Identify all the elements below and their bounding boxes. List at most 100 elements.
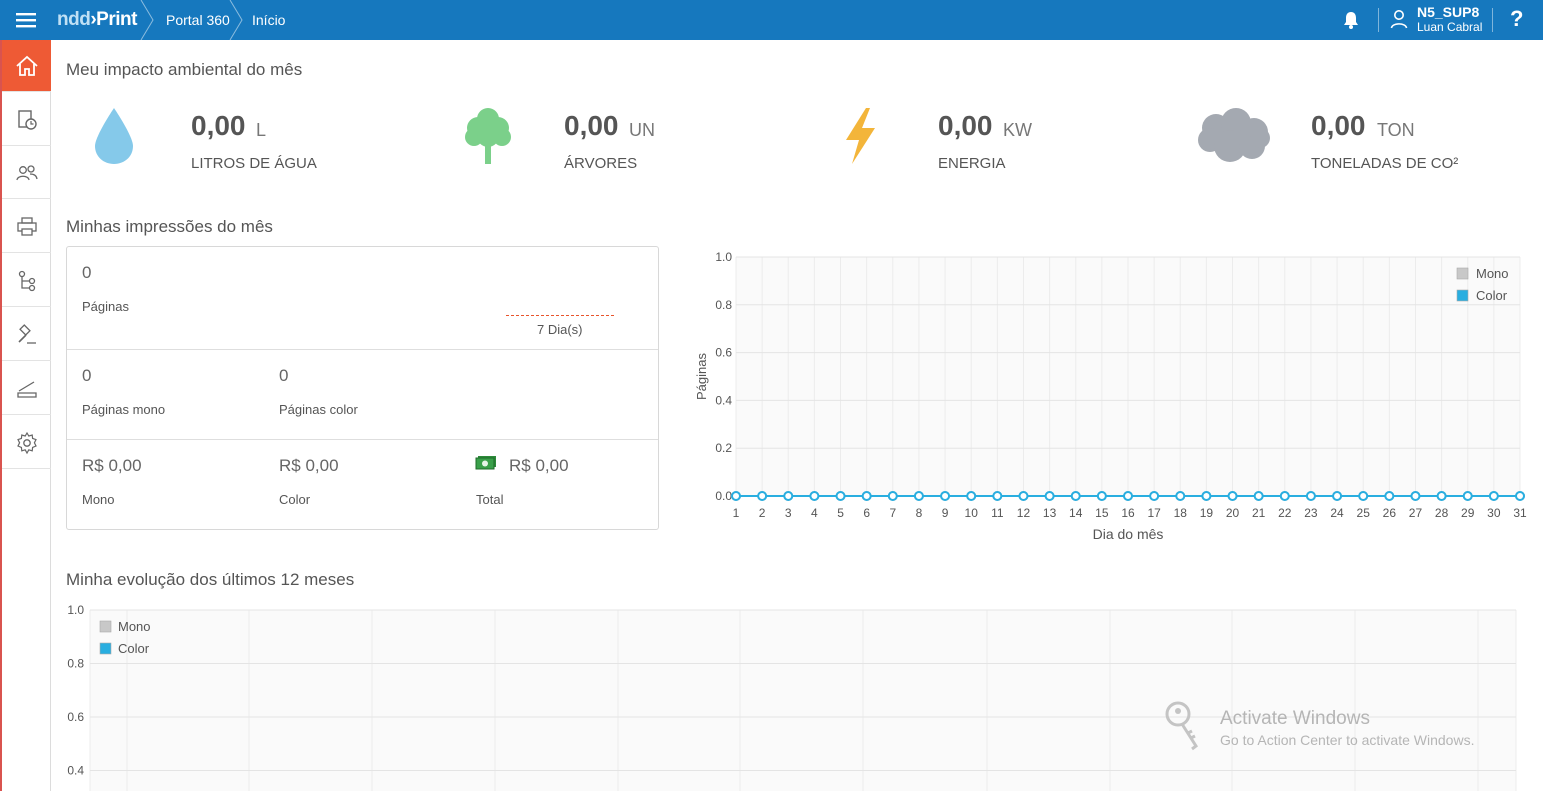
legend-swatch-mono	[99, 620, 112, 633]
data-point-color	[1279, 491, 1290, 501]
data-point-color	[992, 491, 1003, 501]
x-tick-label: 20	[1226, 506, 1240, 520]
x-tick-label: 30	[1487, 506, 1501, 520]
sidebar	[0, 40, 51, 791]
sidebar-item-workflow[interactable]	[2, 255, 51, 307]
home-icon	[15, 55, 38, 76]
x-tick-label: 28	[1435, 506, 1449, 520]
breadcrumb-separator-icon	[140, 0, 154, 40]
x-tick-label: 22	[1278, 506, 1292, 520]
sidebar-item-printers[interactable]	[2, 201, 51, 253]
sidebar-item-users[interactable]	[2, 147, 51, 199]
sidebar-item-home[interactable]	[2, 40, 51, 92]
app-root: ndd›Print Portal 360 Início N5_SUP8 Luan…	[0, 0, 1543, 791]
legend-swatch-color	[1456, 289, 1469, 302]
cost-total-label: Total	[476, 492, 504, 507]
legend-label-color: Color	[118, 641, 150, 656]
report-icon	[17, 109, 37, 130]
data-point-color	[913, 491, 924, 501]
x-tick-label: 1	[733, 506, 740, 520]
data-point-color	[835, 491, 846, 501]
water-unit: L	[256, 120, 267, 140]
co2-unit: TON	[1377, 120, 1415, 140]
menu-icon[interactable]	[0, 0, 52, 40]
y-tick-label: 0.6	[67, 710, 84, 724]
sidebar-item-auction[interactable]	[2, 309, 51, 361]
x-tick-label: 31	[1513, 506, 1527, 520]
data-point-color	[1462, 491, 1473, 501]
help-icon[interactable]: ?	[1510, 6, 1523, 32]
user-icon[interactable]	[1390, 9, 1408, 34]
y-tick-label: 1.0	[715, 250, 732, 264]
workflow-icon	[18, 270, 35, 291]
pages-label: Páginas	[82, 299, 129, 314]
legend-swatch-color	[99, 642, 112, 655]
energy-value: 0,00	[938, 110, 993, 141]
evolution-chart: 0.4 0.6 0.8 1.0 Mono Color	[67, 603, 1517, 791]
data-point-color	[1515, 491, 1525, 501]
sidebar-item-reports[interactable]	[2, 94, 51, 146]
co2-value: 0,00	[1311, 110, 1366, 141]
data-point-color	[1123, 491, 1133, 501]
color-pages-value: 0	[279, 366, 289, 385]
data-point-color	[887, 491, 898, 501]
period-label: 7 Dia(s)	[537, 322, 583, 337]
daily-pages-chart: 0.00.20.40.60.81.01 2 3 4 5 6 7 8 9 10 11 12 13 14 15 1…	[694, 250, 1527, 542]
data-point-color	[1044, 491, 1055, 501]
data-point-color	[1488, 491, 1499, 501]
settings-icon	[16, 431, 37, 454]
x-tick-label: 24	[1330, 506, 1344, 520]
user-name[interactable]: N5_SUP8	[1417, 4, 1479, 20]
breadcrumb-portal[interactable]: Portal 360	[166, 12, 230, 28]
user-subtitle[interactable]: Luan Cabral	[1417, 20, 1482, 34]
x-tick-label: 4	[811, 506, 818, 520]
x-tick-label: 6	[863, 506, 870, 520]
x-tick-label: 11	[991, 506, 1004, 520]
x-tick-label: 29	[1461, 506, 1475, 520]
y-tick-label: 0.8	[67, 657, 84, 671]
auction-icon	[17, 323, 36, 344]
data-point-color	[1096, 491, 1107, 501]
x-tick-label: 18	[1174, 506, 1188, 520]
key-icon	[1165, 701, 1199, 751]
x-tick-label: 14	[1069, 506, 1083, 520]
data-point-color	[731, 491, 741, 501]
water-label: LITROS DE ÁGUA	[191, 155, 317, 172]
evolution-section-title: Minha evolução dos últimos 12 meses	[66, 570, 355, 589]
x-tick-label: 19	[1200, 506, 1214, 520]
breadcrumb-separator-icon	[229, 0, 243, 40]
money-icon	[475, 456, 496, 470]
pages-value: 0	[82, 263, 92, 282]
data-point-color	[1018, 491, 1029, 501]
breadcrumb-inicio[interactable]: Início	[252, 12, 285, 28]
ndd-print-logo[interactable]: ndd›Print	[57, 9, 137, 31]
water-drop-icon	[95, 108, 133, 164]
x-tick-label: 5	[837, 506, 844, 520]
trees-value: 0,00	[564, 110, 619, 141]
printer-icon	[16, 216, 37, 236]
sidebar-item-settings[interactable]	[2, 417, 51, 469]
trees-unit: UN	[629, 120, 655, 140]
data-point-color	[1149, 491, 1160, 501]
y-tick-label: 0.2	[715, 441, 732, 455]
bell-icon[interactable]	[1342, 10, 1360, 35]
x-tick-label: 15	[1095, 506, 1109, 520]
data-point-color	[1305, 491, 1316, 501]
data-point-color	[809, 491, 820, 501]
card-divider	[67, 439, 658, 440]
water-value: 0,00	[191, 110, 246, 141]
legend-label-mono: Mono	[1476, 266, 1509, 281]
trees-label: ÁRVORES	[564, 155, 638, 172]
cost-color-value: R$ 0,00	[279, 456, 339, 475]
users-icon	[15, 164, 38, 180]
x-axis-label: Dia do mês	[1093, 526, 1164, 542]
cost-total-value: R$ 0,00	[509, 456, 569, 475]
x-tick-label: 27	[1409, 506, 1423, 520]
color-pages-label: Páginas color	[279, 402, 358, 417]
x-tick-label: 21	[1252, 506, 1266, 520]
sidebar-item-scanner[interactable]	[2, 363, 51, 415]
topbar-divider	[1378, 8, 1379, 32]
data-point-color	[1410, 491, 1421, 501]
data-point-color	[1175, 491, 1186, 501]
scanner-icon	[16, 380, 37, 398]
